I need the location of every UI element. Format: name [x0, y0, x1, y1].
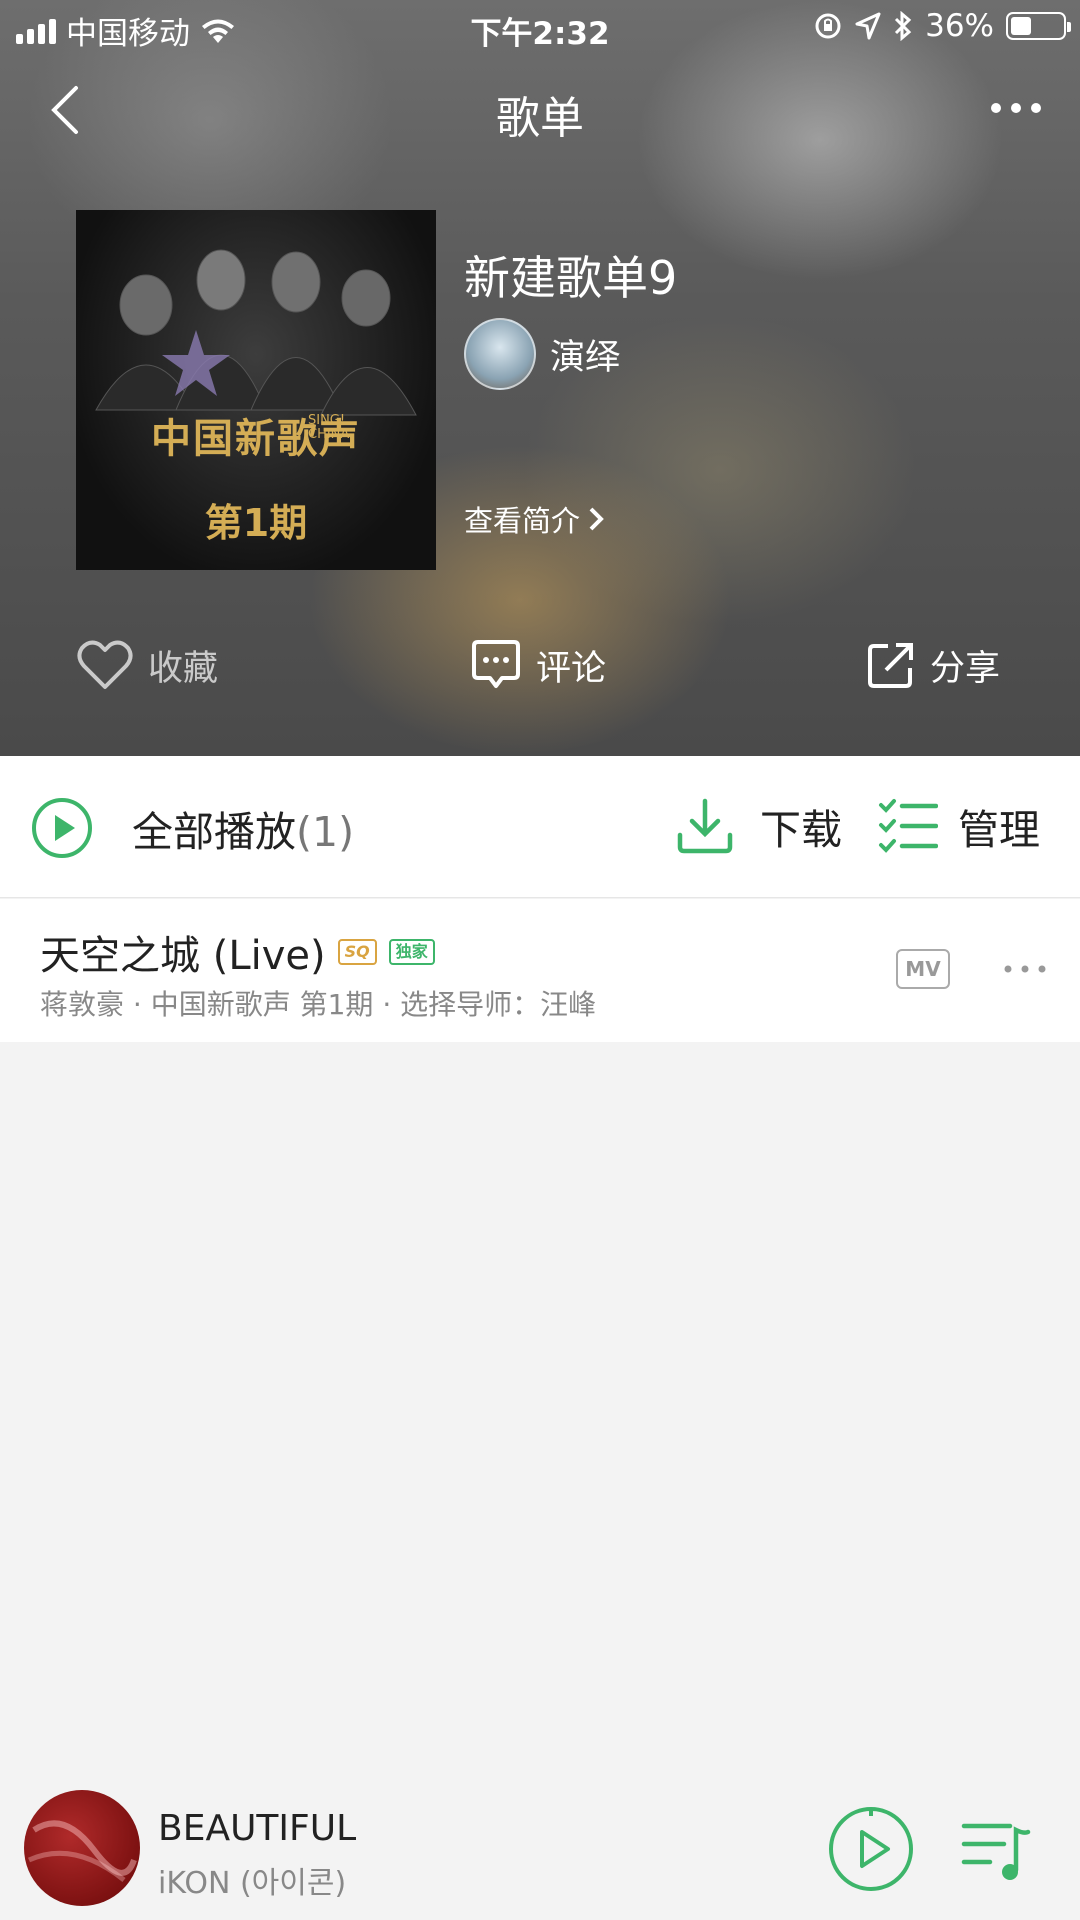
play-button-icon[interactable] [826, 1804, 916, 1894]
view-intro-link[interactable]: 查看简介 [464, 498, 604, 540]
song-title: 天空之城 (Live) [40, 933, 326, 979]
song-subtitle: 蒋敦豪 · 中国新歌声 第1期 · 选择导师：汪峰 [40, 988, 597, 1021]
exclusive-badge: 独家 [388, 939, 435, 965]
comment-button[interactable]: 评论 [470, 630, 606, 700]
download-label: 下载 [760, 806, 842, 854]
battery-percent: 36% [925, 8, 994, 44]
playlist-actions: 收藏 评论 分享 [0, 630, 1080, 700]
manage-list-icon [879, 799, 938, 853]
creator-name: 演绎 [550, 337, 621, 378]
rotation-lock-icon [815, 13, 841, 39]
share-label: 分享 [930, 648, 1001, 689]
status-bar: 中国移动 下午2:32 36% [0, 0, 1080, 56]
playlist-header: 中国移动 下午2:32 36% 歌单 SING! CHINA 中国新歌声 第1期… [0, 0, 1080, 756]
share-icon [868, 643, 913, 688]
now-playing-artist: iKON (아이콘) [158, 1866, 347, 1901]
cover-episode: 第1期 [204, 501, 308, 545]
location-icon [855, 12, 881, 40]
download-icon [677, 798, 733, 854]
playlist-toolbar: 全部播放(1) 下载 管理 [0, 756, 1080, 898]
chevron-right-icon [589, 507, 604, 531]
favorite-button[interactable]: 收藏 [76, 630, 218, 700]
share-button[interactable]: 分享 [866, 630, 1000, 700]
avatar[interactable] [464, 318, 536, 390]
bluetooth-icon [895, 11, 912, 41]
comment-label: 评论 [536, 648, 607, 689]
mv-button[interactable]: MV [896, 949, 950, 989]
song-count: (1) [296, 808, 355, 856]
song-more-icon[interactable] [1000, 949, 1050, 989]
page-title: 歌单 [496, 93, 584, 144]
song-row[interactable]: 天空之城 (Live) SQ 独家 蒋敦豪 · 中国新歌声 第1期 · 选择导师… [0, 899, 1080, 1042]
play-all-button[interactable]: 全部播放(1) [30, 796, 354, 860]
playlist-queue-icon[interactable] [960, 1814, 1032, 1886]
mini-player[interactable]: BEAUTIFUL iKON (아이콘) [0, 1780, 1080, 1920]
album-art-graphic [27, 1820, 137, 1882]
favorite-label: 收藏 [148, 648, 219, 689]
download-button[interactable]: 下载 [676, 796, 842, 856]
manage-button[interactable]: 管理 [878, 796, 1040, 856]
more-icon[interactable] [986, 88, 1046, 128]
play-all-label: 全部播放 [132, 808, 296, 856]
now-playing-artwork[interactable] [24, 1790, 140, 1906]
sq-badge: SQ [337, 939, 377, 965]
manage-label: 管理 [958, 806, 1040, 854]
nav-bar: 歌单 [0, 70, 1080, 150]
playlist-cover[interactable]: SING! CHINA 中国新歌声 第1期 [76, 210, 436, 570]
now-playing-title: BEAUTIFUL [158, 1808, 357, 1849]
playlist-name: 新建歌单9 [464, 251, 678, 305]
view-intro-label: 查看简介 [464, 504, 581, 538]
play-circle-icon [32, 798, 92, 858]
playlist-creator[interactable]: 演绎 [464, 318, 620, 390]
comment-icon [472, 640, 520, 688]
battery-icon [1006, 12, 1071, 40]
heart-icon [77, 640, 133, 689]
cover-show-title: 中国新歌声 [151, 416, 361, 462]
